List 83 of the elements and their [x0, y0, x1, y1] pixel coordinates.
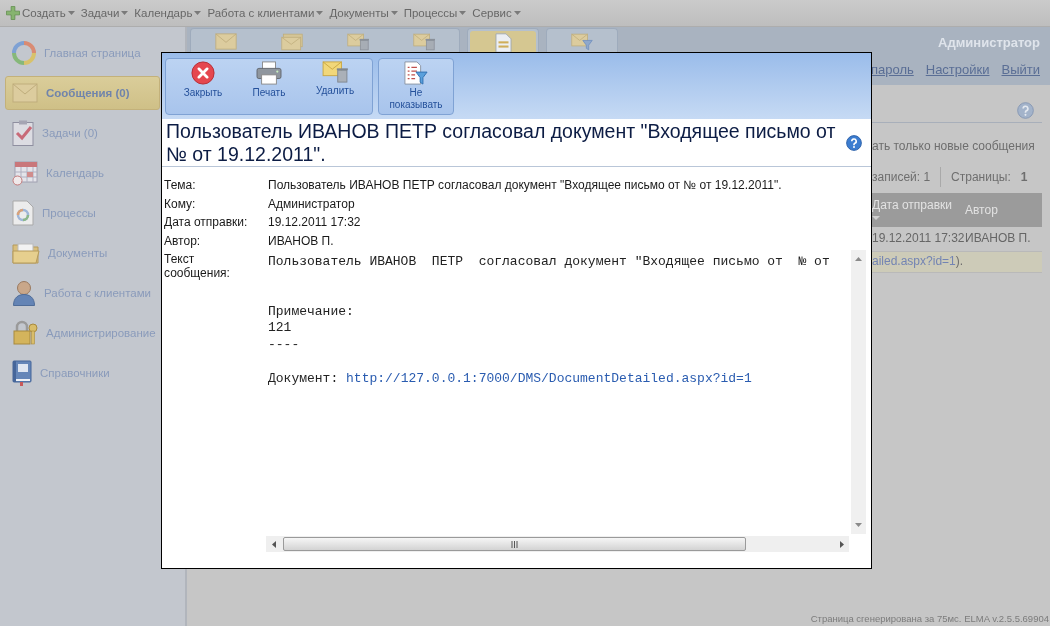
caret-icon	[316, 11, 324, 15]
toolbar-button[interactable]: Печать	[236, 59, 302, 114]
header-link[interactable]: пароль	[870, 62, 914, 78]
preview-text: ).	[955, 254, 964, 270]
sidebar-item[interactable]: Документы	[5, 236, 160, 270]
left-arrow-icon[interactable]	[272, 540, 276, 548]
header-link[interactable]: Настройки	[925, 62, 990, 78]
horizontal-scrollbar[interactable]	[266, 536, 849, 552]
pages-label: Страницы:	[951, 169, 1011, 185]
caret-icon	[121, 11, 129, 15]
grip-icon	[511, 540, 518, 548]
header-link[interactable]: Выйти	[1001, 62, 1040, 78]
plus-icon	[6, 6, 20, 20]
sidebar-item[interactable]: Сообщения (0)	[5, 76, 160, 110]
message-line: 121	[268, 320, 293, 337]
field-label: Тема:	[164, 177, 197, 194]
message-line: ----	[268, 336, 301, 353]
message-line: Пользователь ИВАНОВ ПЕТР согласовал документ "Входящее письмо от № от	[268, 254, 831, 271]
preview-link[interactable]: ailed.aspx?id=1	[872, 254, 956, 270]
color-ring-icon	[12, 41, 36, 65]
table-cell: ИВАНОВ П.	[965, 231, 1031, 247]
caret-icon	[194, 11, 202, 15]
record-count: записей: 1	[872, 169, 931, 185]
document-label: Документ:	[268, 371, 339, 386]
clipboard-check-icon	[12, 120, 34, 146]
close-icon	[191, 61, 215, 85]
field-value: 19.12.2011 17:32	[268, 214, 361, 231]
document-link[interactable]: http://127.0.0.1:7000/DMS/DocumentDetailed.aspx?id=1	[346, 371, 752, 386]
field-value: Пользователь ИВАНОВ ПЕТР согласовал документ "Входящее письмо от № от 19.12.2011".	[268, 177, 782, 194]
menu-item[interactable]: Процессы	[401, 4, 471, 22]
lock-key-icon	[12, 320, 38, 346]
toolbar-button[interactable]: Удалить	[302, 59, 368, 114]
envelope-icon	[215, 33, 237, 50]
table-cell: 19.12.2011 17:32	[872, 231, 965, 247]
person-icon	[12, 280, 36, 306]
caret-icon	[67, 11, 75, 15]
help-icon[interactable]	[846, 134, 862, 151]
sidebar-item[interactable]: Администрирование	[5, 316, 160, 350]
caret-icon	[459, 11, 467, 15]
menu-item[interactable]: Работа с клиентами	[205, 4, 328, 22]
toolbar-button[interactable]: Не показывать	[383, 59, 449, 114]
right-arrow-icon[interactable]	[840, 540, 844, 548]
document-icon	[494, 33, 512, 53]
sidebar-item[interactable]: Календарь	[5, 156, 160, 190]
sort-caret-icon	[872, 216, 880, 220]
menu-item[interactable]: Задачи	[78, 4, 133, 22]
sidebar-item[interactable]: Главная страница	[5, 36, 160, 70]
envelope-icon	[12, 83, 38, 103]
menu-item[interactable]: Календарь	[132, 4, 206, 22]
footer-text: Страница сгенерирована за 75мс. ELMA v.2.5.5.69904	[810, 613, 1050, 626]
caret-icon	[390, 11, 398, 15]
sidebar-item[interactable]: Справочники	[5, 356, 160, 390]
field-value: ИВАНОВ П.	[268, 232, 334, 250]
down-arrow-icon[interactable]	[855, 523, 862, 527]
field-label: Автор:	[164, 232, 202, 250]
field-label: Кому:	[164, 195, 197, 213]
vertical-scrollbar[interactable]	[851, 250, 866, 534]
field-label: Текст сообщения:	[164, 251, 231, 282]
field-value: Администратор	[268, 195, 355, 213]
envelope-stack-icon	[281, 33, 303, 51]
envelope-trash-icon	[322, 61, 348, 83]
column-header[interactable]: Дата отправки	[872, 193, 965, 227]
printer-icon	[256, 61, 282, 85]
create-menu[interactable]: Создать	[4, 4, 79, 22]
menu-item[interactable]: Документы	[327, 4, 402, 22]
filter-text: ать только новые сообщения	[872, 138, 1036, 154]
scroll-thumb[interactable]	[283, 537, 746, 551]
folder-icon	[12, 242, 40, 264]
calendar-icon	[12, 160, 38, 186]
up-arrow-icon[interactable]	[855, 257, 862, 261]
field-label: Дата отправки:	[164, 214, 249, 231]
document-ring-icon	[12, 200, 34, 226]
dialog-title: Пользователь ИВАНОВ ПЕТР согласовал документ "Входящее письмо от № от 19.12.2011".	[166, 120, 837, 165]
toolbar-button[interactable]: Закрыть	[170, 59, 236, 114]
envelope-filter-icon	[571, 33, 593, 51]
menu-item[interactable]: Сервис	[470, 4, 525, 22]
caret-icon	[513, 11, 521, 15]
message-line: Примечание:	[268, 303, 355, 320]
column-header[interactable]: Автор	[965, 193, 998, 227]
list-filter-icon	[404, 61, 428, 85]
book-icon	[12, 360, 32, 386]
page-number[interactable]: 1	[1020, 169, 1028, 185]
sidebar-item[interactable]: Процессы	[5, 196, 160, 230]
